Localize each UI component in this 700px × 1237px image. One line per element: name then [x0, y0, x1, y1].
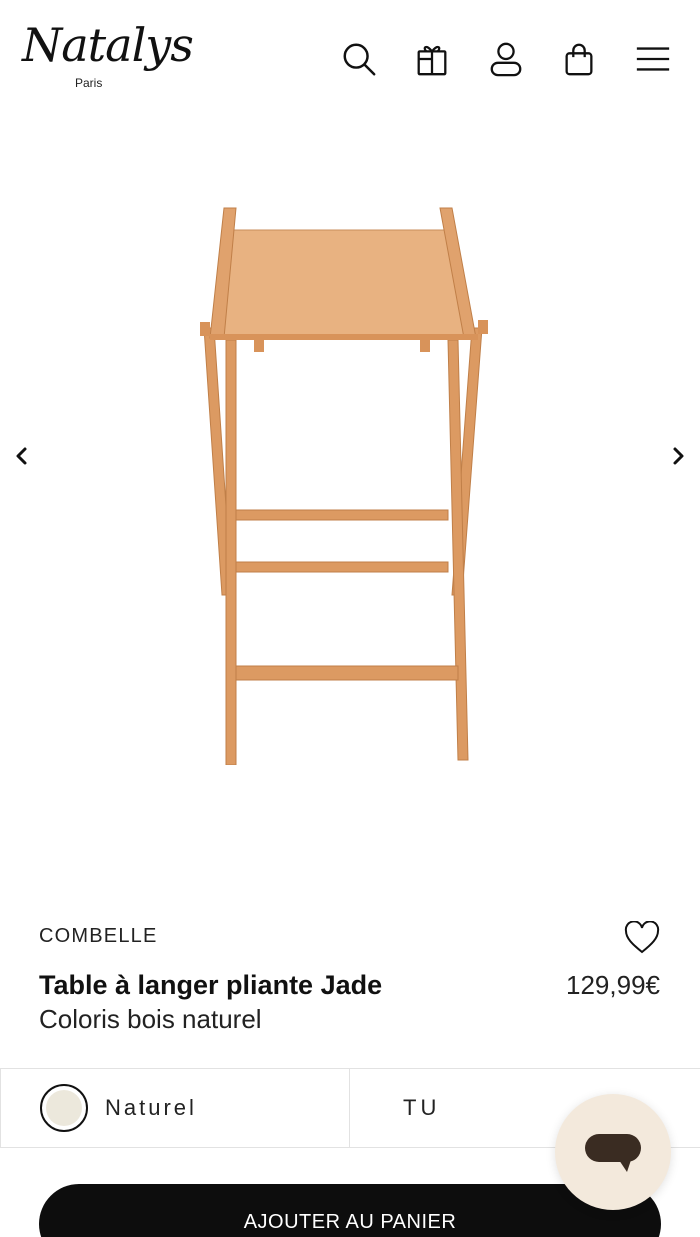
user-icon[interactable] — [485, 38, 527, 80]
chat-icon — [585, 1134, 641, 1172]
color-selector[interactable]: Naturel — [0, 1069, 350, 1147]
product-brand[interactable]: COMBELLE — [39, 925, 158, 948]
color-swatch-fill — [46, 1090, 82, 1126]
menu-icon[interactable] — [632, 38, 674, 80]
search-icon[interactable] — [338, 38, 380, 80]
logo-subtext: Paris — [75, 76, 103, 90]
product-image — [200, 207, 488, 765]
site-header: Natalys Paris — [0, 0, 700, 120]
brand-logo[interactable]: Natalys Paris — [22, 18, 194, 98]
shopping-bag-icon[interactable] — [558, 38, 600, 80]
chevron-right-icon[interactable] — [660, 438, 696, 474]
size-label: TU — [403, 1095, 441, 1120]
chevron-left-icon[interactable] — [4, 438, 40, 474]
color-label: Naturel — [105, 1095, 197, 1120]
product-page: Natalys Paris COMBELLE Table à langer pl… — [0, 0, 700, 1237]
product-gallery — [0, 120, 700, 900]
color-swatch[interactable] — [40, 1084, 88, 1132]
product-title: Table à langer pliante Jade — [39, 970, 383, 1000]
product-subtitle: Coloris bois naturel — [39, 1004, 262, 1034]
heart-icon[interactable] — [620, 918, 664, 958]
add-to-cart-button[interactable]: AJOUTER AU PANIER — [39, 1184, 661, 1237]
chat-button[interactable] — [555, 1094, 671, 1210]
gift-icon[interactable] — [411, 38, 453, 80]
logo-text: Natalys — [22, 18, 194, 72]
add-to-cart-label: AJOUTER AU PANIER — [243, 1211, 457, 1233]
product-price: 129,99€ — [566, 970, 660, 1000]
